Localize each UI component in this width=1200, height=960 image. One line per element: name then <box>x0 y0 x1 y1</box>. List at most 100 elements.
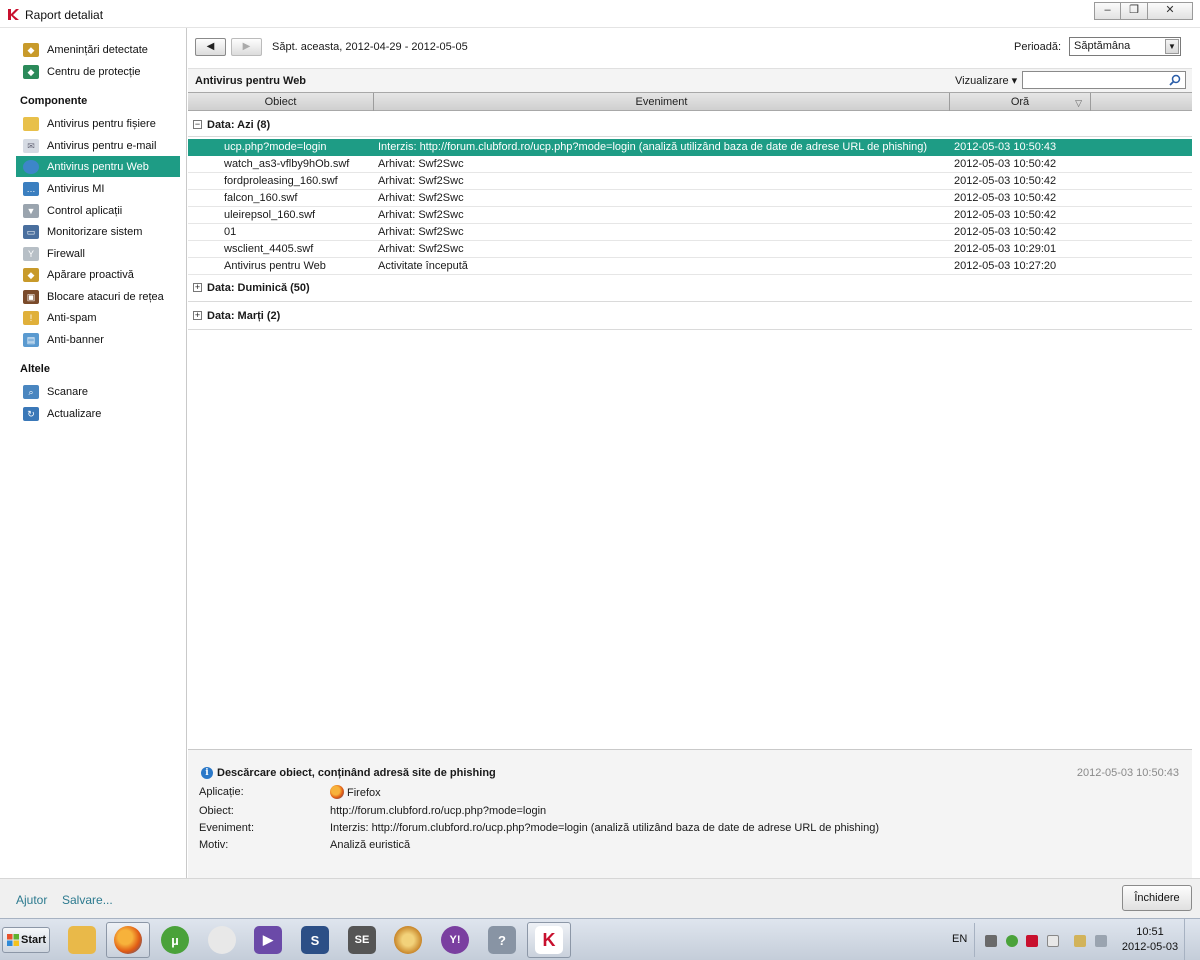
table-row[interactable]: wsclient_4405.swf Arhivat: Swf2Swc 2012-… <box>188 241 1192 258</box>
save-link[interactable]: Salvare... <box>62 893 113 907</box>
close-button[interactable]: Închidere <box>1122 885 1192 911</box>
section-heading-components: Componente <box>20 95 88 107</box>
clock-date[interactable]: 2012-05-03 <box>1117 941 1183 953</box>
sidebar-item-label: Apărare proactivă <box>47 268 134 281</box>
taskbar-firefox[interactable] <box>106 922 150 958</box>
sidebar-item-anti-spam[interactable]: ! Anti-spam <box>16 307 180 328</box>
table-row[interactable]: falcon_160.swf Arhivat: Swf2Swc 2012-05-… <box>188 190 1192 207</box>
taskbar-tools-app[interactable]: ? <box>480 922 524 958</box>
table-row[interactable]: fordproleasing_160.swf Arhivat: Swf2Swc … <box>188 173 1192 190</box>
windows-logo-icon <box>7 934 19 946</box>
sort-descending-icon: ▽ <box>1075 98 1082 108</box>
help-link[interactable]: Ajutor <box>16 893 47 907</box>
search-input[interactable] <box>1022 71 1186 89</box>
view-menu-button[interactable]: Vizualizare ▾ <box>955 74 1017 87</box>
show-desktop-button[interactable] <box>1184 919 1198 960</box>
cell-time: 2012-05-03 10:50:42 <box>954 226 1057 238</box>
sidebar-item-file-antivirus[interactable]: Antivirus pentru fișiere <box>16 113 180 134</box>
minimize-button[interactable]: – <box>1094 2 1121 20</box>
monitor-icon: ▭ <box>23 224 39 239</box>
period-select[interactable]: Săptămâna ▼ <box>1069 37 1181 56</box>
group-row-today[interactable]: − Data: Azi (8) <box>188 115 1192 135</box>
chat-icon: … <box>23 181 39 196</box>
firewall-icon: Y <box>23 246 39 261</box>
next-period-button[interactable]: ▶ <box>231 38 262 56</box>
group-label: Data: Azi (8) <box>207 119 271 131</box>
taskbar-explorer[interactable] <box>60 922 104 958</box>
flag-icon[interactable] <box>1047 935 1059 947</box>
taskbar-yahoo-messenger[interactable]: Y! <box>433 922 477 958</box>
sidebar-item-mail-antivirus[interactable]: ✉ Antivirus pentru e-mail <box>16 135 180 156</box>
column-header-time[interactable]: Oră ▽ <box>950 93 1091 111</box>
sidebar-item-label: Antivirus MI <box>47 182 105 195</box>
volume-icon[interactable] <box>1095 935 1107 947</box>
restore-button[interactable]: ❐ <box>1121 2 1148 20</box>
column-header-object[interactable]: Obiect <box>188 93 374 111</box>
sidebar-item-app-control[interactable]: ▼ Control aplicații <box>16 200 180 221</box>
sidebar-item-scan[interactable]: ⌕ Scanare <box>16 381 180 402</box>
table-row[interactable]: watch_as3-vflby9hOb.swf Arhivat: Swf2Swc… <box>188 156 1192 173</box>
taskbar: Start µ ▶ S SE Y! ? K EN 10:51 2012-05-0… <box>0 918 1200 960</box>
taskbar-utorrent[interactable]: µ <box>153 922 197 958</box>
mail-icon: ✉ <box>23 138 39 153</box>
period-label: Perioadă: <box>1014 41 1062 53</box>
table-row[interactable]: Antivirus pentru Web Activitate începută… <box>188 258 1192 275</box>
taskbar-burn-app[interactable] <box>386 922 430 958</box>
column-header-time-label: Oră <box>1010 96 1030 108</box>
taskbar-se-app[interactable]: SE <box>340 922 384 958</box>
sidebar-item-web-antivirus[interactable]: Antivirus pentru Web <box>16 156 180 177</box>
cell-time: 2012-05-03 10:50:43 <box>954 141 1057 153</box>
table-row[interactable]: uleirepsol_160.swf Arhivat: Swf2Swc 2012… <box>188 207 1192 224</box>
sidebar-item-anti-banner[interactable]: ▤ Anti-banner <box>16 329 180 350</box>
spam-icon: ! <box>23 310 39 325</box>
table-row[interactable]: 01 Arhivat: Swf2Swc 2012-05-03 10:50:42 <box>188 224 1192 241</box>
title-bar: Raport detaliat – ❐ ✕ <box>0 0 1200 28</box>
filter-icon: ▼ <box>23 203 39 218</box>
kaspersky-tray-icon[interactable] <box>1026 935 1038 947</box>
previous-period-button[interactable]: ◀ <box>195 38 226 56</box>
taskbar-alien-app[interactable] <box>200 922 244 958</box>
sidebar-item-label: Actualizare <box>47 407 102 420</box>
collapse-icon[interactable]: − <box>193 120 202 129</box>
group-row-sunday[interactable]: + Data: Duminică (50) <box>188 278 1192 298</box>
expand-icon[interactable]: + <box>193 311 202 320</box>
close-window-button[interactable]: ✕ <box>1148 2 1193 20</box>
cell-time: 2012-05-03 10:29:01 <box>954 243 1057 255</box>
cell-time: 2012-05-03 10:50:42 <box>954 175 1057 187</box>
sidebar-item-system-monitor[interactable]: ▭ Monitorizare sistem <box>16 221 180 242</box>
cell-event: Arhivat: Swf2Swc <box>378 175 464 187</box>
divider <box>188 136 1192 137</box>
tray-app-icon[interactable] <box>985 935 997 947</box>
shield-icon: ◆ <box>23 64 39 79</box>
sidebar-item-proactive-defense[interactable]: ◆ Apărare proactivă <box>16 264 180 285</box>
sidebar-item-label: Amenințări detectate <box>47 43 148 56</box>
expand-icon[interactable]: + <box>193 283 202 292</box>
cell-time: 2012-05-03 10:50:42 <box>954 192 1057 204</box>
sidebar-item-network-attack-blocker[interactable]: ▣ Blocare atacuri de rețea <box>16 286 180 307</box>
sidebar-item-firewall[interactable]: Y Firewall <box>16 243 180 264</box>
sidebar-item-update[interactable]: ↻ Actualizare <box>16 403 180 424</box>
network-tray-icon[interactable] <box>1074 935 1086 947</box>
column-header-event[interactable]: Eveniment <box>374 93 950 111</box>
language-indicator[interactable]: EN <box>952 933 967 945</box>
sidebar-item-threats[interactable]: ◆ Amenințări detectate <box>16 39 180 60</box>
clock-time[interactable]: 10:51 <box>1128 926 1172 938</box>
start-button[interactable]: Start <box>2 927 50 953</box>
sidebar-item-label: Monitorizare sistem <box>47 225 143 238</box>
group-row-tuesday[interactable]: + Data: Marți (2) <box>188 306 1192 326</box>
section-header: Antivirus pentru Web Vizualizare ▾ <box>188 68 1192 92</box>
cell-event: Arhivat: Swf2Swc <box>378 243 464 255</box>
cell-object: 01 <box>224 226 237 238</box>
utorrent-tray-icon[interactable] <box>1006 935 1018 947</box>
info-icon: i <box>201 767 213 779</box>
sidebar-item-protection-center[interactable]: ◆ Centru de protecție <box>16 61 180 82</box>
taskbar-media-player[interactable]: ▶ <box>246 922 290 958</box>
sidebar-item-im-antivirus[interactable]: … Antivirus MI <box>16 178 180 199</box>
tools-icon: ? <box>488 926 516 954</box>
table-header: Obiect Eveniment Oră ▽ <box>188 92 1192 111</box>
table-row[interactable]: ucp.php?mode=login Interzis: http://foru… <box>188 139 1192 156</box>
taskbar-subtitle-app[interactable]: S <box>293 922 337 958</box>
explorer-icon <box>68 926 96 954</box>
taskbar-kaspersky[interactable]: K <box>527 922 571 958</box>
sidebar-item-label: Centru de protecție <box>47 65 141 78</box>
